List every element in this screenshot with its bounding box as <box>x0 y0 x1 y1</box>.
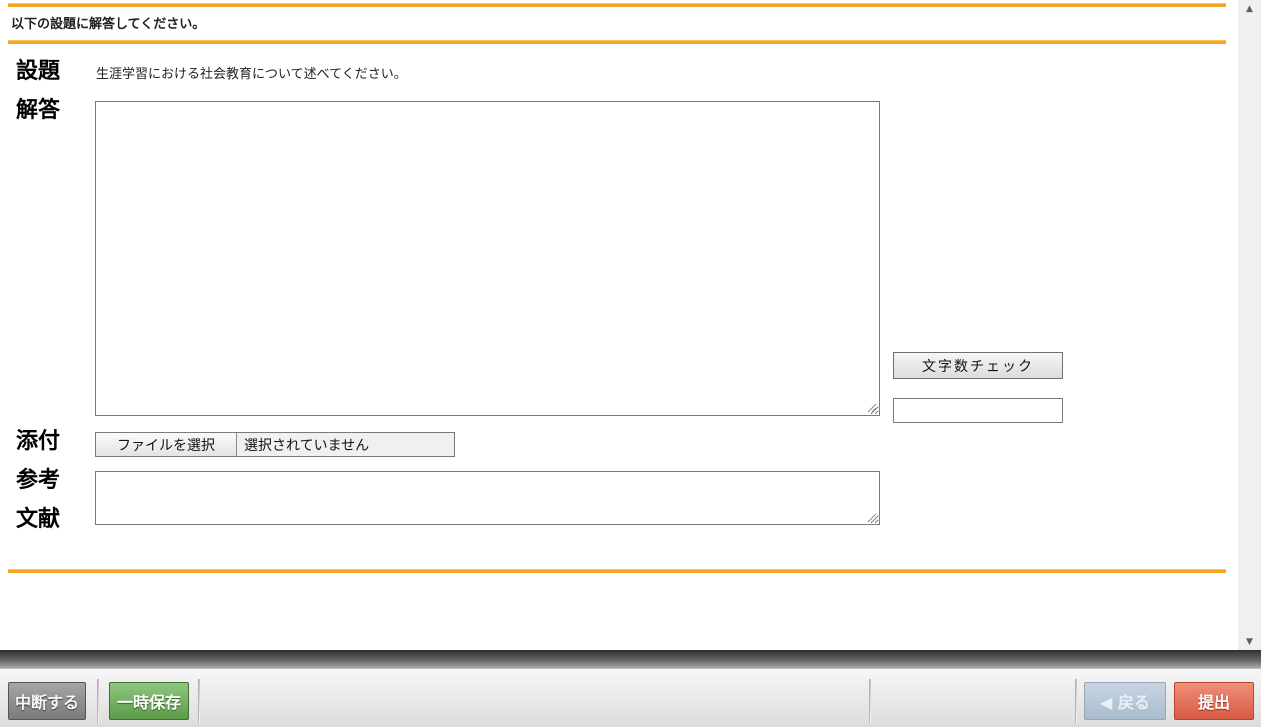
instruction-text: 以下の設題に解答してください。 <box>11 17 206 32</box>
reference-label-1: 参考 <box>16 468 61 493</box>
question-text: 生涯学習における社会教育について述べてください。 <box>96 67 407 82</box>
reference-label-2: 文献 <box>16 507 61 532</box>
suspend-button[interactable]: 中断する <box>8 682 86 720</box>
answer-textarea[interactable] <box>95 101 880 416</box>
attachment-label: 添付 <box>16 429 61 454</box>
resize-grip-icon[interactable] <box>865 511 877 523</box>
back-button[interactable]: ◀ 戻る <box>1084 682 1166 720</box>
bottom-divider <box>8 569 1226 573</box>
reference-textarea[interactable] <box>95 471 880 525</box>
footer-separator <box>869 679 871 723</box>
char-count-button[interactable]: 文字数チェック <box>893 352 1063 379</box>
footer-toolbar: 中断する 一時保存 ◀ 戻る 提出 <box>0 668 1261 727</box>
footer-separator <box>1075 679 1077 723</box>
submit-button[interactable]: 提出 <box>1174 682 1254 720</box>
file-status: 選択されていません <box>237 433 454 456</box>
header-divider <box>8 40 1226 44</box>
exam-content: 以下の設題に解答してください。 設題 生涯学習における社会教育について述べてくだ… <box>0 0 1238 650</box>
answer-label: 解答 <box>16 98 61 123</box>
resize-grip-icon[interactable] <box>865 401 877 413</box>
scroll-up-icon[interactable]: ▲ <box>1238 0 1261 17</box>
footer-separator <box>97 679 99 723</box>
vertical-scrollbar[interactable]: ▲ ▼ <box>1238 0 1261 650</box>
footer-shadow <box>0 650 1261 668</box>
file-input[interactable]: ファイルを選択 選択されていません <box>95 432 455 457</box>
footer-separator <box>198 679 200 723</box>
scroll-down-icon[interactable]: ▼ <box>1238 633 1261 650</box>
choose-file-button[interactable]: ファイルを選択 <box>96 433 237 456</box>
char-count-output <box>893 398 1063 423</box>
top-divider <box>8 3 1226 7</box>
temp-save-button[interactable]: 一時保存 <box>109 682 189 720</box>
question-label: 設題 <box>16 59 61 84</box>
